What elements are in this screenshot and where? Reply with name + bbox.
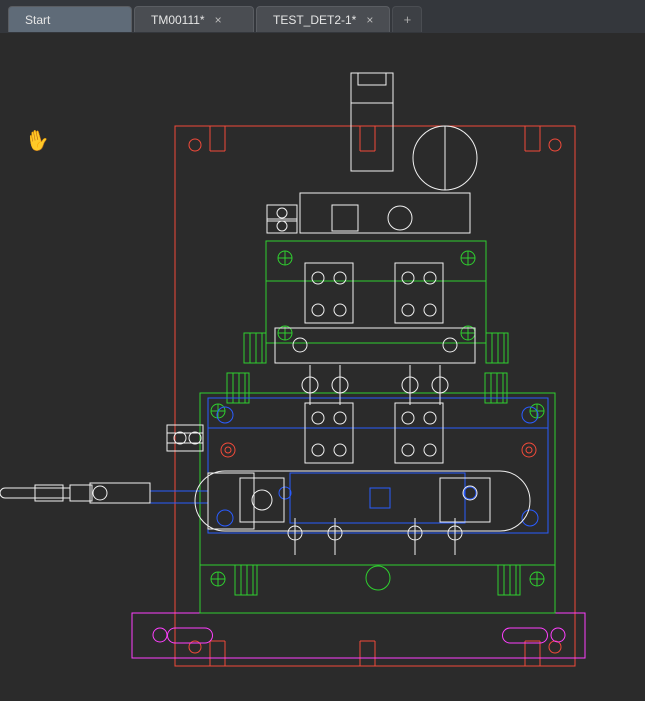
tab-label: TM00111*: [151, 13, 205, 27]
plus-icon: +: [404, 13, 412, 26]
tab-label: TEST_DET2-1*: [273, 13, 356, 27]
tab-label: Start: [25, 13, 50, 27]
tab-document-1[interactable]: TEST_DET2-1* ×: [256, 6, 390, 32]
tab-document-0[interactable]: TM00111* ×: [134, 6, 254, 32]
layer-blue-subplate: [150, 398, 548, 533]
close-icon[interactable]: ×: [213, 14, 224, 26]
cad-drawing: [0, 33, 645, 701]
layer-white-hardware: [0, 73, 530, 555]
tab-start[interactable]: Start: [8, 6, 132, 32]
close-icon[interactable]: ×: [364, 14, 375, 26]
new-tab-button[interactable]: +: [392, 6, 422, 32]
tab-bar: Start TM00111* × TEST_DET2-1* × +: [0, 0, 645, 34]
layer-magenta-riser: [132, 613, 585, 658]
layer-green-plates: [200, 241, 555, 613]
drawing-viewport[interactable]: ✋: [0, 33, 645, 701]
